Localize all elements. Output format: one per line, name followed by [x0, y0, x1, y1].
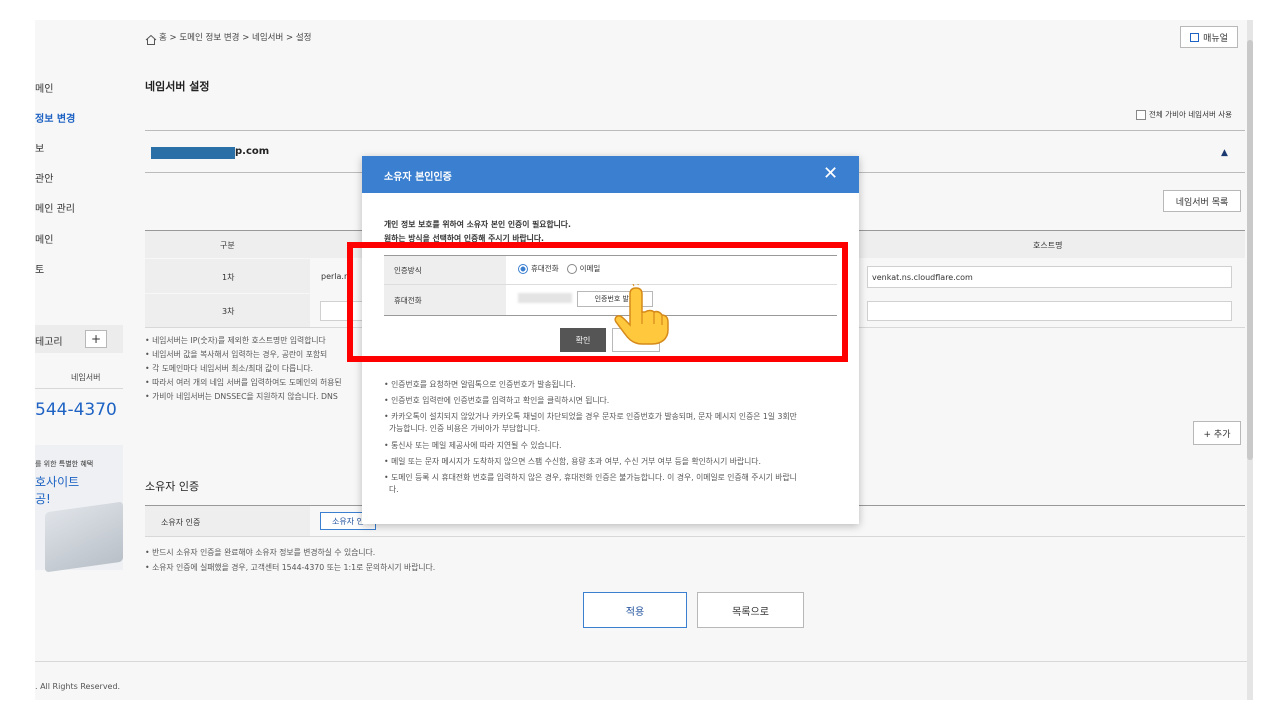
- sidebar-item-3[interactable]: 관안: [35, 170, 53, 185]
- keyboard-image: [45, 501, 123, 573]
- col-host-header: 호스트명: [1033, 241, 1063, 250]
- sidebar-phone: 544-4370: [35, 400, 117, 420]
- sidebar-item-2[interactable]: 보: [35, 140, 44, 155]
- row-3-label: 3차: [222, 307, 235, 316]
- home-icon[interactable]: [145, 31, 157, 45]
- footer-copyright: . All Rights Reserved.: [35, 682, 121, 691]
- row-1-ns-prefix: perla.n: [321, 272, 350, 281]
- sidebar-tab-nameserver[interactable]: 네임서버: [71, 372, 100, 383]
- owner-row-label: 소유자 인증: [161, 518, 201, 527]
- use-all-label: 전체 가비아 네임서버 사용: [1149, 110, 1233, 119]
- add-row-button[interactable]: + 추가: [1193, 421, 1241, 445]
- use-all-checkbox[interactable]: [1136, 109, 1146, 120]
- category-box: 테고리 +: [35, 325, 123, 353]
- sidebar-item-0[interactable]: 메인: [35, 80, 53, 95]
- modal-note-2: • 카카오톡이 설치되지 않았거나 카카오톡 채널이 차단되었을 경우 문자로 …: [384, 412, 797, 421]
- domain-mask: [151, 147, 235, 159]
- scrollbar-thumb[interactable]: [1247, 40, 1253, 460]
- manual-icon: [1190, 32, 1200, 42]
- sidebar-item-info-change[interactable]: 정보 변경: [35, 110, 75, 125]
- owner-note-0: • 반드시 소유자 인증을 완료해야 소유자 정보를 변경하실 수 있습니다.: [145, 548, 376, 557]
- row-1-label: 1차: [222, 273, 235, 282]
- modal-note-5: • 메일 또는 문자 메시지가 도착하지 않으면 스팸 수신함, 용량 초과 여…: [384, 457, 761, 466]
- owner-table-bottom: [145, 536, 1245, 537]
- modal-note-1: • 인증번호 입력란에 인증번호를 입력하고 확인을 클릭하시면 됩니다.: [384, 396, 610, 405]
- category-label: 테고리: [35, 337, 63, 348]
- sidebar-item-4[interactable]: 메인 관리: [35, 200, 75, 215]
- modal-intro-1: 개인 정보 보호를 위하여 소유자 본인 인증이 필요합니다.: [384, 220, 571, 229]
- table-row-3-label-cell: 3차: [145, 294, 310, 327]
- pointer-hand-icon: [612, 280, 672, 346]
- footer-divider: [35, 661, 1247, 662]
- highlight-box: [347, 242, 848, 362]
- sidebar-item-5[interactable]: 메인: [35, 231, 53, 246]
- modal-note-0: • 인증번호를 요청하면 알림톡으로 인증번호가 발송됩니다.: [384, 380, 576, 389]
- ns-note-2: • 각 도메인마다 네임서버 최소/최대 값이 다릅니다.: [145, 364, 314, 373]
- collapse-icon[interactable]: ▲: [1221, 148, 1228, 158]
- use-all-nameserver[interactable]: 전체 가비아 네임서버 사용: [1136, 109, 1232, 120]
- back-to-list-button[interactable]: 목록으로: [697, 592, 804, 628]
- category-add-button[interactable]: +: [85, 330, 107, 348]
- apply-button[interactable]: 적용: [583, 592, 687, 628]
- owner-section-title: 소유자 인증: [145, 480, 200, 493]
- sidebar-divider: [35, 388, 123, 389]
- row-3-host-input[interactable]: [867, 301, 1232, 321]
- sidebar-item-6[interactable]: 토: [35, 261, 44, 276]
- table-row-1-label-cell: 1차: [145, 259, 310, 293]
- ns-note-1: • 네임서버 값을 복사해서 입력하는 경우, 공란이 포함되: [145, 350, 328, 359]
- domain-name: p.com: [235, 146, 270, 157]
- modal-note-6: • 도메인 등록 시 휴대전화 번호를 입력하지 않은 경우, 휴대전화 인증은…: [384, 473, 797, 482]
- ns-note-4: • 가비아 네임서버는 DNSSEC을 지원하지 않습니다. DNS: [145, 392, 338, 401]
- divider-top: [145, 130, 1245, 131]
- manual-button[interactable]: 매뉴얼: [1180, 26, 1238, 48]
- modal-note-7: 다.: [384, 485, 399, 494]
- sidebar-promo-banner[interactable]: 를 위한 특별한 혜택 호사이트 공!: [35, 445, 123, 573]
- breadcrumb: 홈 > 도메인 정보 변경 > 네임서버 > 설정: [159, 33, 312, 43]
- ns-note-3: • 따라서 여러 개의 네임 서버를 입력하여도 도메인의 허용된: [145, 378, 342, 387]
- modal-note-4: • 통신사 또는 메일 제공사에 따라 지연될 수 있습니다.: [384, 441, 562, 450]
- promo-line2: 호사이트: [35, 475, 80, 489]
- close-icon[interactable]: ✕: [823, 163, 838, 184]
- page-title: 네임서버 설정: [145, 80, 210, 93]
- modal-title: 소유자 본인인증: [384, 172, 452, 183]
- owner-row-label-cell: 소유자 인증: [145, 506, 310, 536]
- owner-note-1: • 소유자 인증에 실패했을 경우, 고객센터 1544-4370 또는 1:1…: [145, 563, 436, 572]
- promo-line1: 를 위한 특별한 혜택: [35, 460, 94, 468]
- row-1-host-input[interactable]: venkat.ns.cloudflare.com: [867, 266, 1232, 288]
- promo-line3: 공!: [35, 492, 51, 506]
- ns-note-0: • 네임서버는 IP(숫자)를 제외한 호스트명만 입력합니다: [145, 336, 326, 345]
- nameserver-list-button[interactable]: 네임서버 목록: [1163, 190, 1241, 212]
- modal-header: 소유자 본인인증 ✕: [362, 156, 859, 193]
- modal-note-3: 가능합니다. 인증 비용은 가비아가 부담합니다.: [384, 424, 541, 433]
- col-type-header: 구분: [220, 241, 235, 250]
